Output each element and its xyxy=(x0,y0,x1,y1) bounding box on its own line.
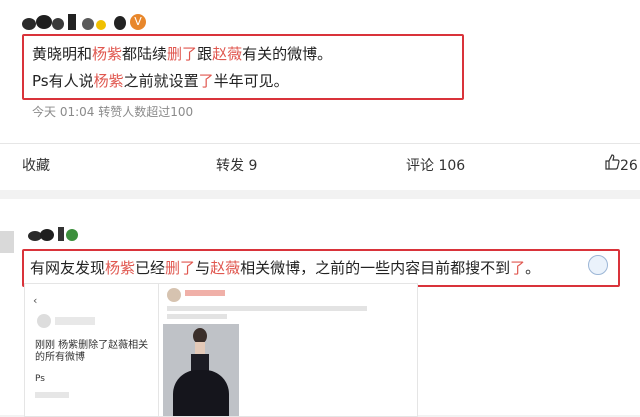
post-meta: 今天 01:04 转赞人数超过100 xyxy=(32,105,194,119)
screenshot-ps: Ps xyxy=(35,374,45,384)
user-name-obscured[interactable] xyxy=(22,12,132,34)
verified-badge-icon: V xyxy=(130,14,146,30)
post-text-line: 有网友发现杨紫已经删了与赵薇相关微博，之前的一些内容目前都搜不到了。 xyxy=(30,259,541,277)
post-card-1: V 黄晓明和杨紫都陆续删了跟赵薇有关的微博。 Ps有人说杨紫之前就设置了半年可见… xyxy=(0,0,640,190)
thumbs-up-icon xyxy=(604,144,620,188)
repost-button[interactable]: 转发 9 xyxy=(216,144,257,188)
back-icon: ‹ xyxy=(33,294,38,307)
post-text-line-1: 黄晓明和杨紫都陆续删了跟赵薇有关的微博。 xyxy=(32,45,333,63)
emoji-icon xyxy=(588,255,608,275)
action-bar: 收藏 转发 9 评论 106 26 xyxy=(0,143,640,188)
screenshot-text: 刚刚 杨紫删除了赵薇相关的所有微博 xyxy=(35,340,149,363)
post-text-line-2: Ps有人说杨紫之前就设置了半年可见。 xyxy=(32,72,289,90)
comment-button[interactable]: 评论 106 xyxy=(406,144,465,188)
dress-photo xyxy=(163,324,239,416)
user-name-obscured[interactable] xyxy=(0,223,80,253)
post-card-2: 有网友发现杨紫已经删了与赵薇相关微博，之前的一些内容目前都搜不到了。 ‹ 刚刚 … xyxy=(0,199,640,417)
collect-button[interactable]: 收藏 xyxy=(22,144,50,188)
embedded-photo-post[interactable] xyxy=(158,283,418,417)
like-button[interactable]: 26 xyxy=(604,144,638,188)
embedded-screenshot-1[interactable]: ‹ 刚刚 杨紫删除了赵薇相关的所有微博 Ps xyxy=(24,283,160,417)
